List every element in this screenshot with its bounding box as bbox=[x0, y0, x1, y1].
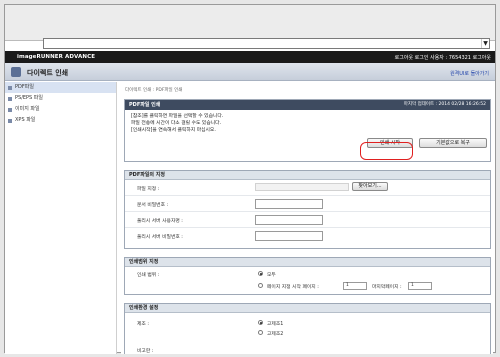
breadcrumb: 다이렉트 인쇄 : PDF파일 인쇄 bbox=[125, 88, 183, 93]
color-label: 제조 : bbox=[137, 322, 149, 327]
file-path-field[interactable] bbox=[255, 183, 349, 191]
message-line: 파일 전송에 시간이 다소 걸릴 수도 있습니다. bbox=[131, 121, 222, 126]
print-settings-panel: 인쇄환경 설정 제조 : 고제조1 고제조2 비고란 : bbox=[124, 303, 491, 354]
sidebar-item-label: 이미지 파일 bbox=[15, 106, 40, 112]
end-page-label: 마지막페이지 : bbox=[372, 285, 402, 290]
sidebar-item-label: PS/EPS 파일 bbox=[15, 95, 44, 101]
sidebar-item-label: XPS 파일 bbox=[15, 117, 36, 123]
user-text: 로그인 사용자 : 7654321 bbox=[414, 55, 471, 61]
radio-option1[interactable] bbox=[258, 320, 263, 325]
xps-file-icon bbox=[8, 119, 12, 123]
start-page-field[interactable]: 1 bbox=[343, 282, 367, 290]
option1-label: 고제조1 bbox=[267, 322, 284, 327]
logo: imageRUNNER ADVANCE bbox=[17, 54, 96, 60]
browser-window: ▼ imageRUNNER ADVANCE 로그아웃 로그인 사용자 : 765… bbox=[4, 4, 496, 354]
message-line: [참조]를 클릭하면 파일을 선택할 수 있습니다. bbox=[131, 114, 224, 119]
message-line: [인쇄시작]을 연속해서 클릭하지 마십시오. bbox=[131, 128, 216, 133]
image-file-icon bbox=[8, 108, 12, 112]
print-range-label: 인쇄 범위 : bbox=[137, 273, 160, 278]
section-title: 인쇄환경 설정 bbox=[125, 304, 490, 313]
pull-password-label: 풀리시 서버 비밀번호 : bbox=[137, 235, 183, 240]
radio-page-range[interactable] bbox=[258, 283, 263, 288]
last-updated: 마지막 업데이트 : 2014 02/28 16:26:52 bbox=[403, 102, 486, 107]
pull-user-label: 풀리시 서버 사용자명 : bbox=[137, 219, 183, 224]
info-message: [참조]를 클릭하면 파일을 선택할 수 있습니다. 파일 전송에 시간이 다소… bbox=[125, 110, 490, 137]
device-topbar: imageRUNNER ADVANCE 로그아웃 로그인 사용자 : 76543… bbox=[5, 51, 495, 63]
radio-all[interactable] bbox=[258, 271, 263, 276]
section-title: PDF파일의 지정 bbox=[125, 171, 490, 180]
address-bar[interactable]: ▼ bbox=[43, 38, 490, 49]
browser-toolbar bbox=[5, 5, 495, 41]
file-label: 파일 지정 : bbox=[137, 187, 160, 192]
panel-title: PDF파일 인쇄 마지막 업데이트 : 2014 02/28 16:26:52 bbox=[125, 100, 490, 110]
direct-print-icon bbox=[11, 67, 21, 77]
pdf-print-panel: PDF파일 인쇄 마지막 업데이트 : 2014 02/28 16:26:52 … bbox=[124, 99, 491, 162]
user-info: 로그아웃 로그인 사용자 : 7654321 로그아웃 bbox=[395, 54, 491, 61]
file-row: 파일 지정 : 찾아보기... bbox=[125, 180, 490, 196]
main-content: 다이렉트 인쇄 : PDF파일 인쇄 PDF파일 인쇄 마지막 업데이트 : 2… bbox=[121, 82, 493, 354]
page-header: 다이렉트 인쇄 원격UI로 돌아가기 bbox=[5, 63, 495, 81]
radio-option2[interactable] bbox=[258, 330, 263, 335]
logout-link[interactable]: 로그아웃 bbox=[473, 55, 491, 61]
pull-user-row: 풀리시 서버 사용자명 : bbox=[125, 212, 490, 228]
pull-user-field[interactable] bbox=[255, 215, 323, 225]
print-range-panel: 인쇄범위 지정 인쇄 범위 : 모두 페이지 지정 시작 페이지 : 1 마지막… bbox=[124, 257, 491, 295]
panel-title-text: PDF파일 인쇄 bbox=[129, 102, 161, 108]
sidebar-item-xps[interactable]: XPS 파일 bbox=[5, 115, 116, 126]
sidebar-item-image[interactable]: 이미지 파일 bbox=[5, 104, 116, 115]
pull-password-field[interactable] bbox=[255, 231, 323, 241]
section-title: 인쇄범위 지정 bbox=[125, 258, 490, 267]
doc-password-label: 문서 비밀번호 : bbox=[137, 203, 169, 208]
browse-button[interactable]: 찾아보기... bbox=[352, 182, 388, 191]
sidebar-item-label: PDF파일 bbox=[15, 84, 34, 90]
chevron-down-icon[interactable]: ▼ bbox=[481, 39, 489, 48]
ps-file-icon bbox=[8, 97, 12, 101]
end-page-field[interactable]: 1 bbox=[408, 282, 432, 290]
sidebar-item-ps-eps[interactable]: PS/EPS 파일 bbox=[5, 93, 116, 104]
pdf-file-icon bbox=[8, 86, 12, 90]
option-pages-label: 페이지 지정 시작 페이지 : bbox=[267, 285, 319, 290]
sidebar-item-pdf[interactable]: PDF파일 bbox=[5, 82, 116, 93]
note-label: 비고란 : bbox=[137, 349, 154, 354]
sidebar: PDF파일 PS/EPS 파일 이미지 파일 XPS 파일 bbox=[5, 82, 117, 354]
reset-defaults-button[interactable]: 기본값으로 복구 bbox=[419, 138, 487, 148]
pull-password-row: 풀리시 서버 비밀번호 : bbox=[125, 228, 490, 244]
doc-password-row: 문서 비밀번호 : bbox=[125, 196, 490, 212]
page-title: 다이렉트 인쇄 bbox=[27, 69, 69, 77]
option-all-label: 모두 bbox=[267, 273, 276, 278]
highlight-box bbox=[360, 142, 413, 160]
remote-ui-link[interactable]: 원격UI로 돌아가기 bbox=[450, 70, 489, 77]
option2-label: 고제조2 bbox=[267, 332, 284, 337]
pdf-file-panel: PDF파일의 지정 파일 지정 : 찾아보기... 문서 비밀번호 : 풀리시 … bbox=[124, 170, 491, 249]
login-link[interactable]: 로그아웃 bbox=[395, 55, 413, 61]
doc-password-field[interactable] bbox=[255, 199, 323, 209]
